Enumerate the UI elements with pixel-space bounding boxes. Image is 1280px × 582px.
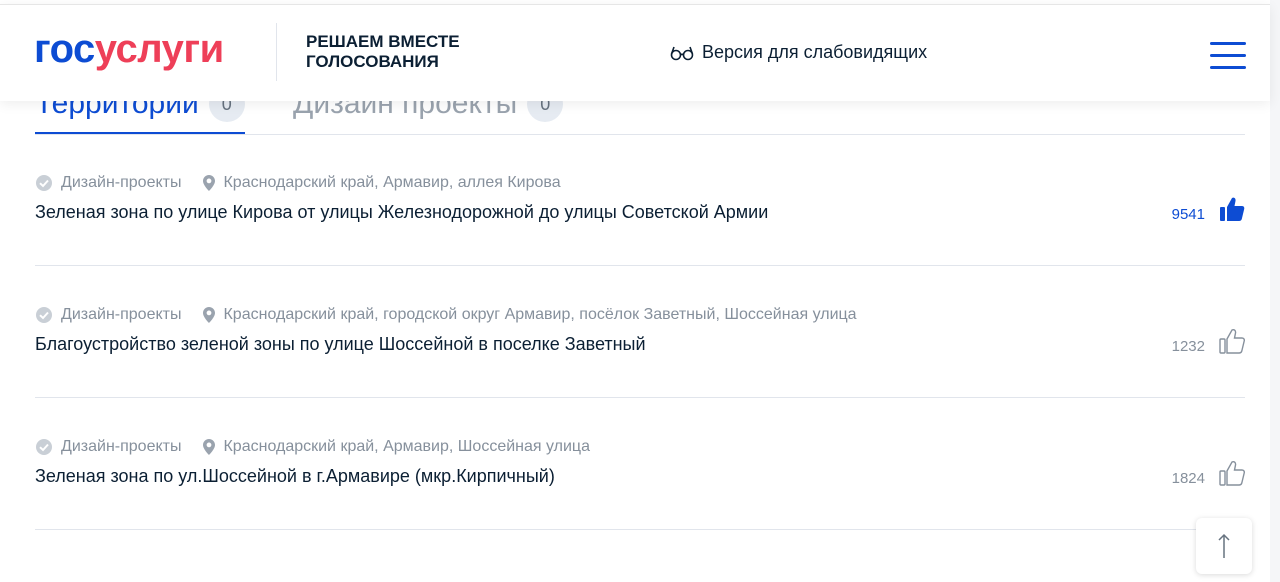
gosuslugi-logo[interactable]: госуслуги	[34, 27, 224, 72]
glasses-icon	[670, 46, 694, 60]
item-meta: Дизайн-проекты Краснодарский край, Армав…	[35, 438, 590, 456]
accessibility-label: Версия для слабовидящих	[702, 42, 928, 62]
page-gutter	[1270, 0, 1280, 582]
list-item: Дизайн-проекты Краснодарский край, Армав…	[35, 134, 1245, 266]
accessibility-version-link[interactable]: Версия для слабовидящих	[670, 42, 927, 63]
header-tagline: РЕШАЕМ ВМЕСТЕ ГОЛОСОВАНИЯ	[306, 32, 460, 72]
list-item: Дизайн-проекты Краснодарский край, Армав…	[35, 398, 1245, 530]
check-circle-icon	[36, 439, 52, 455]
tagline-line-2: ГОЛОСОВАНИЯ	[306, 52, 439, 71]
item-location: Краснодарский край, Армавир, Шоссейная у…	[223, 438, 590, 455]
thumbs-up-icon[interactable]	[1219, 328, 1245, 354]
item-category: Дизайн-проекты	[61, 306, 182, 323]
arrow-up-icon	[1218, 533, 1230, 558]
vote-count: 1232	[1171, 338, 1205, 355]
site-header: госуслуги РЕШАЕМ ВМЕСТЕ ГОЛОСОВАНИЯ Верс…	[0, 4, 1270, 101]
item-meta: Дизайн-проекты Краснодарский край, Армав…	[35, 174, 561, 192]
list-item: Дизайн-проекты Краснодарский край, город…	[35, 266, 1245, 398]
scroll-to-top-button[interactable]	[1196, 518, 1252, 574]
item-category: Дизайн-проекты	[61, 438, 182, 455]
item-meta: Дизайн-проекты Краснодарский край, город…	[35, 306, 857, 324]
item-location: Краснодарский край, Армавир, аллея Киров…	[223, 174, 561, 191]
logo-part-uslugi: услуги	[94, 27, 224, 71]
logo-part-gos: гос	[34, 27, 95, 71]
item-title-link[interactable]: Зеленая зона по ул.Шоссейной в г.Армавир…	[35, 466, 555, 487]
check-circle-icon	[36, 307, 52, 323]
header-divider	[276, 23, 277, 81]
tagline-line-1: РЕШАЕМ ВМЕСТЕ	[306, 32, 460, 51]
location-pin-icon	[203, 175, 216, 191]
check-circle-icon	[36, 175, 52, 191]
thumbs-up-icon[interactable]	[1219, 460, 1245, 486]
location-pin-icon	[203, 307, 216, 323]
vote-count: 9541	[1171, 206, 1205, 223]
hamburger-menu-icon[interactable]	[1210, 42, 1246, 70]
item-category: Дизайн-проекты	[61, 174, 182, 191]
item-location: Краснодарский край, городской округ Арма…	[223, 306, 857, 323]
item-title-link[interactable]: Зеленая зона по улице Кирова от улицы Же…	[35, 202, 768, 223]
location-pin-icon	[203, 439, 216, 455]
vote-count: 1824	[1171, 470, 1205, 487]
thumbs-up-icon[interactable]	[1219, 196, 1245, 222]
item-title-link[interactable]: Благоустройство зеленой зоны по улице Шо…	[35, 334, 646, 355]
